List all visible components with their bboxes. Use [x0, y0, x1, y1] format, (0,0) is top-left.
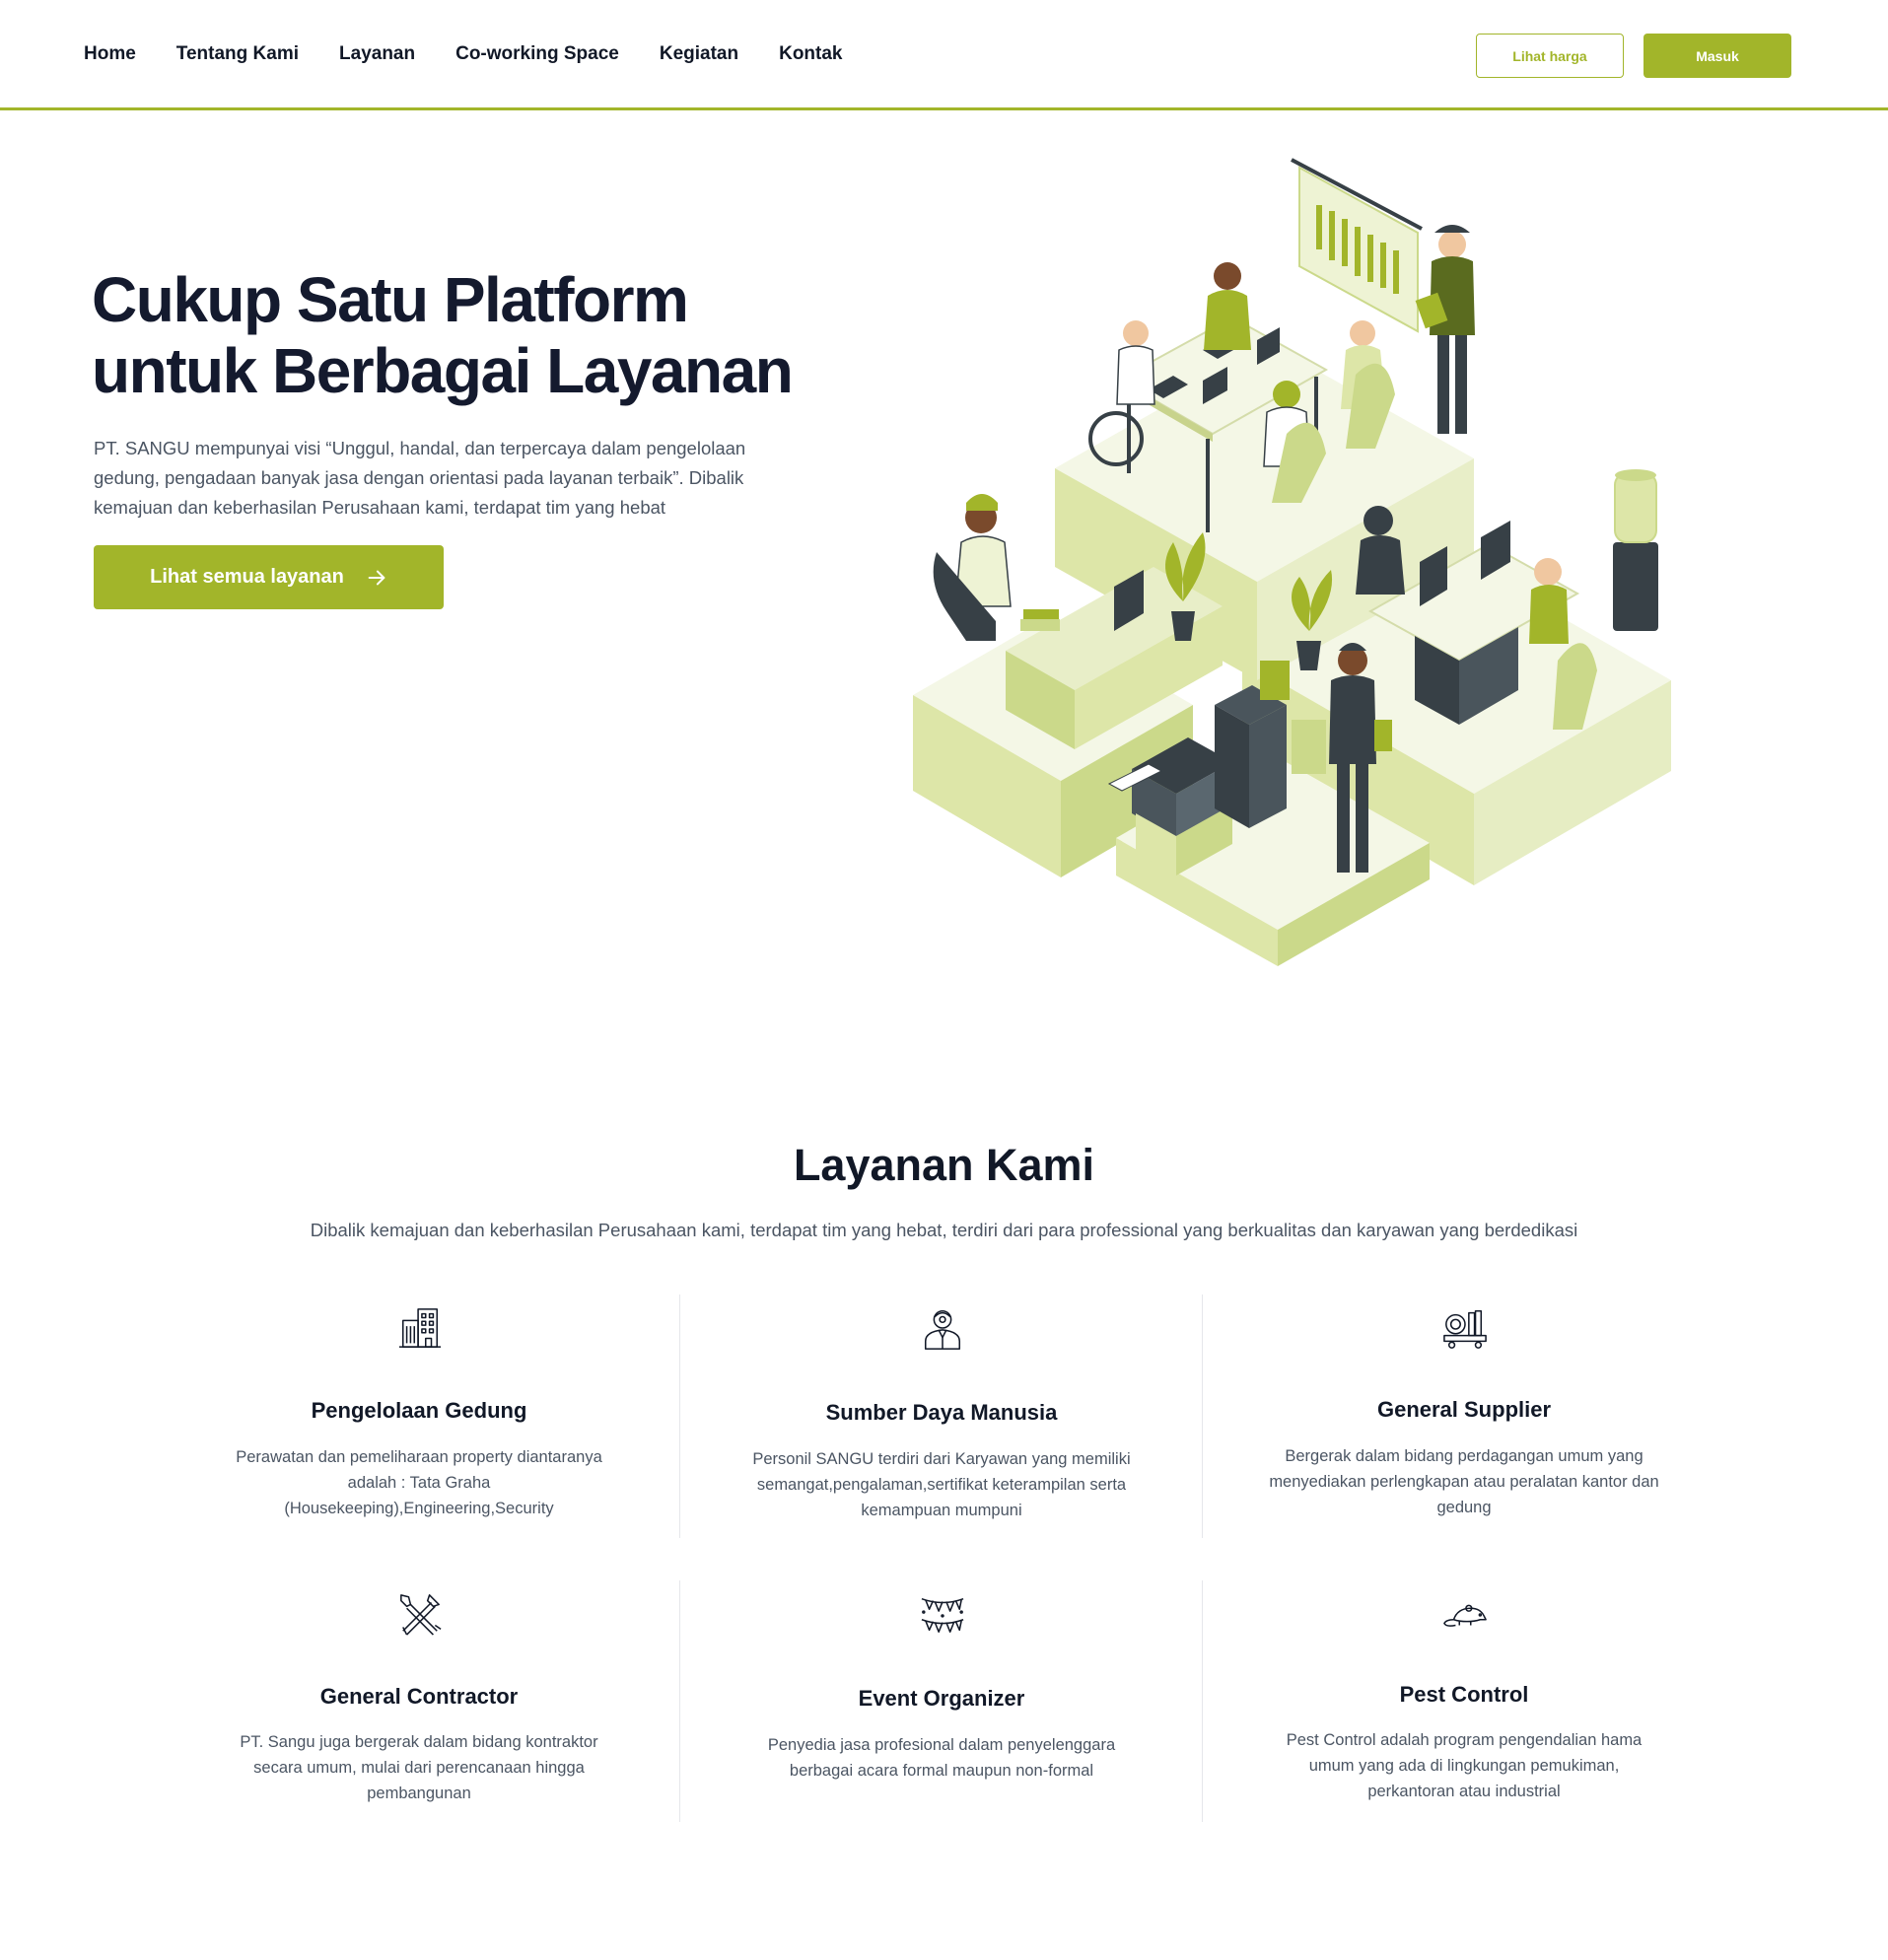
service-card-sumber-daya-manusia[interactable]: Sumber Daya Manusia Personil SANGU terdi… — [680, 1292, 1203, 1538]
service-card-general-contractor[interactable]: General Contractor PT. Sangu juga berger… — [158, 1577, 680, 1824]
nav-link-home[interactable]: Home — [84, 43, 136, 65]
see-price-button[interactable]: Lihat harga — [1476, 34, 1624, 78]
service-title: Event Organizer — [858, 1686, 1025, 1711]
see-all-services-label: Lihat semua layanan — [150, 566, 344, 588]
rat-icon — [1442, 1591, 1488, 1637]
see-all-services-button[interactable]: Lihat semua layanan — [94, 545, 444, 609]
nav-links: Home Tentang Kami Layanan Co-working Spa… — [84, 43, 883, 65]
service-title: General Supplier — [1376, 1397, 1552, 1422]
standing-man-top — [1415, 225, 1475, 434]
hero-title-line2: untuk Berbagai Layanan — [92, 335, 794, 406]
services-title: Layanan Kami — [793, 1140, 1095, 1190]
hero-title: Cukup Satu Platform untuk Berbagai Layan… — [92, 264, 802, 406]
service-title: Pest Control — [1399, 1682, 1529, 1707]
person-icon — [920, 1305, 965, 1351]
supply-icon — [1442, 1305, 1488, 1351]
service-card-pengelolaan-gedung[interactable]: Pengelolaan Gedung Perawatan dan pemelih… — [158, 1292, 680, 1538]
bunting-icon — [920, 1591, 965, 1637]
nav-link-tentang-kami[interactable]: Tentang Kami — [176, 43, 299, 65]
services-subtitle: Dibalik kemajuan dan keberhasilan Perusa… — [310, 1220, 1578, 1240]
office-illustration — [913, 158, 1671, 966]
service-title: General Contractor — [319, 1684, 519, 1709]
service-card-general-supplier[interactable]: General Supplier Bergerak dalam bidang p… — [1203, 1292, 1725, 1538]
hero-description: PT. SANGU mempunyai visi “Unggul, handal… — [94, 438, 746, 518]
arrow-right-icon — [368, 570, 385, 585]
service-card-pest-control[interactable]: Pest Control Pest Control adalah program… — [1203, 1577, 1725, 1824]
service-description: PT. Sangu juga bergerak dalam bidang kon… — [240, 1733, 598, 1802]
water-cooler — [1613, 469, 1658, 631]
service-card-event-organizer[interactable]: Event Organizer Penyedia jasa profesiona… — [680, 1577, 1203, 1824]
building-icon — [397, 1305, 443, 1351]
chart-board — [1291, 158, 1423, 333]
service-title: Sumber Daya Manusia — [825, 1400, 1058, 1425]
nav-link-coworking-space[interactable]: Co-working Space — [455, 43, 619, 65]
service-description: Personil SANGU terdiri dari Karyawan yan… — [752, 1450, 1131, 1519]
nav-link-kegiatan[interactable]: Kegiatan — [660, 43, 738, 65]
service-description: Pest Control adalah program pengendalian… — [1286, 1731, 1643, 1800]
navbar: Home Tentang Kami Layanan Co-working Spa… — [0, 0, 1888, 110]
service-description: Bergerak dalam bidang perdagangan umum y… — [1269, 1447, 1659, 1516]
hero-title-line1: Cukup Satu Platform — [92, 264, 689, 335]
nav-link-kontak[interactable]: Kontak — [779, 43, 842, 65]
service-description: Penyedia jasa profesional dalam penyelen… — [767, 1736, 1116, 1780]
tools-icon — [397, 1591, 443, 1637]
login-button[interactable]: Masuk — [1643, 34, 1791, 78]
nav-link-layanan[interactable]: Layanan — [339, 43, 415, 65]
service-description: Perawatan dan pemeliharaan property dian… — [236, 1448, 602, 1517]
service-title: Pengelolaan Gedung — [311, 1398, 527, 1423]
